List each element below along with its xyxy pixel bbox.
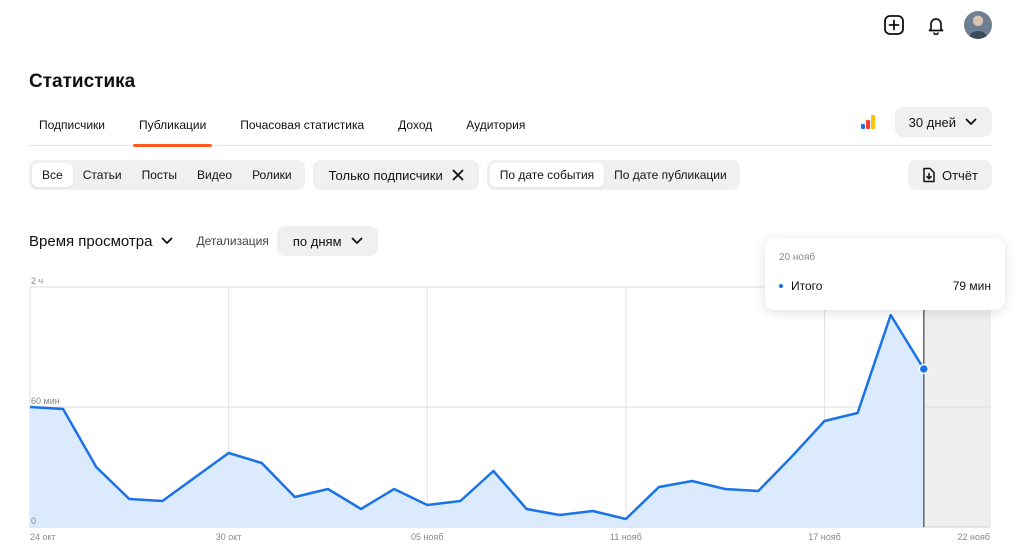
tab-hourly-stats[interactable]: Почасовая статистика xyxy=(230,104,374,146)
tooltip-series: Итого xyxy=(791,279,823,293)
filter-posts[interactable]: Посты xyxy=(132,163,187,187)
tooltip-value: 79 мин xyxy=(952,279,991,293)
filter-all[interactable]: Все xyxy=(32,163,73,187)
watch-time-chart: 2 ч 60 мин 0 24 окт 30 окт 05 нояб 11 нояб 17 н… xyxy=(29,276,991,542)
tooltip-date: 20 нояб xyxy=(779,252,816,263)
period-label: 30 дней xyxy=(908,114,956,130)
x-tick-label: 24 окт xyxy=(30,532,56,542)
x-tick-label: 11 нояб xyxy=(610,532,642,542)
topbar-actions xyxy=(880,11,992,39)
highlighted-point xyxy=(918,363,930,375)
tab-income[interactable]: Доход xyxy=(388,104,442,146)
tab-publications[interactable]: Публикации xyxy=(129,104,216,147)
filters-bar: Все Статьи Посты Видео Ролики Только под… xyxy=(29,160,740,190)
subscribers-only-label: Только подписчики xyxy=(328,167,443,183)
chart-tooltip: 20 нояб Итого 79 мин xyxy=(765,238,1005,310)
avatar[interactable] xyxy=(964,11,992,39)
subscribers-only-chip[interactable]: Только подписчики xyxy=(312,160,479,190)
content-type-filter: Все Статьи Посты Видео Ролики xyxy=(29,160,305,190)
x-tick-label: 22 нояб xyxy=(957,532,990,542)
y-tick-label: 60 мин xyxy=(31,396,60,406)
report-button[interactable]: Отчёт xyxy=(907,160,992,190)
series-area xyxy=(30,315,924,527)
chevron-down-icon xyxy=(965,118,977,125)
tabs: Подписчики Публикации Почасовая статисти… xyxy=(29,104,992,147)
metric-label: Время просмотра xyxy=(29,232,153,250)
filter-videos[interactable]: Видео xyxy=(187,163,242,187)
chevron-down-icon xyxy=(351,237,362,244)
close-icon[interactable] xyxy=(451,168,465,182)
x-tick-label: 05 нояб xyxy=(411,532,444,542)
document-download-icon xyxy=(923,167,935,183)
metric-controls: Время просмотра Детализация по дням xyxy=(29,226,378,256)
date-mode-filter: По дате события По дате публикации xyxy=(486,160,740,190)
x-tick-label: 17 нояб xyxy=(808,532,841,542)
bell-icon[interactable] xyxy=(922,11,950,39)
add-icon[interactable] xyxy=(880,11,908,39)
series-dot xyxy=(779,284,783,288)
chevron-down-icon xyxy=(162,237,173,244)
date-mode-publication[interactable]: По дате публикации xyxy=(604,163,737,187)
page-title: Статистика xyxy=(29,71,136,92)
date-mode-event[interactable]: По дате события xyxy=(489,163,605,187)
filter-articles[interactable]: Статьи xyxy=(73,163,132,187)
detail-label: Детализация xyxy=(196,234,269,248)
tab-audience[interactable]: Аудитория xyxy=(456,104,535,146)
bar-chart-icon[interactable] xyxy=(860,115,877,129)
x-tick-label: 30 окт xyxy=(216,532,242,542)
detail-select[interactable]: по дням xyxy=(276,226,378,256)
y-tick-label: 2 ч xyxy=(31,276,44,286)
detail-value: по дням xyxy=(292,233,342,249)
filter-shorts[interactable]: Ролики xyxy=(242,163,302,187)
report-label: Отчёт xyxy=(941,167,978,183)
y-tick-label: 0 xyxy=(31,516,36,526)
period-select[interactable]: 30 дней xyxy=(894,107,992,137)
tab-subscribers[interactable]: Подписчики xyxy=(29,104,115,146)
metric-select[interactable]: Время просмотра xyxy=(29,233,174,250)
